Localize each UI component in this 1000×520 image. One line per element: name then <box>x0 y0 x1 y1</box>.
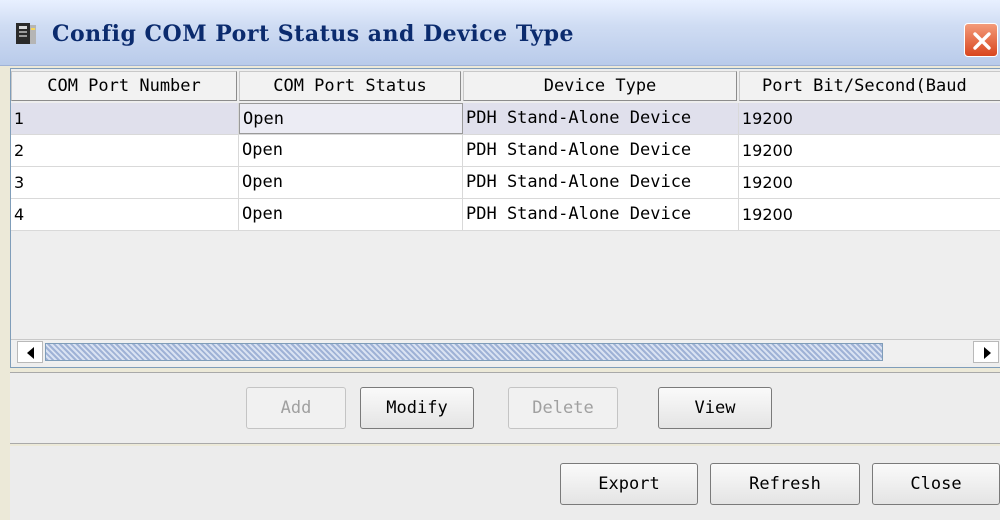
column-header-com-port-number[interactable]: COM Port Number <box>11 71 237 101</box>
table-row[interactable]: 3 Open PDH Stand-Alone Device 19200 <box>11 167 1000 199</box>
add-button[interactable]: Add <box>246 387 346 429</box>
cell-com-port-number: 3 <box>11 167 239 198</box>
table-body: 1 Open PDH Stand-Alone Device 19200 2 Op… <box>11 103 1000 231</box>
modify-button[interactable]: Modify <box>360 387 474 429</box>
cell-com-port-status[interactable]: Open <box>239 135 463 166</box>
column-header-baud-rate[interactable]: Port Bit/Second(Baud <box>739 71 1000 101</box>
scroll-right-button[interactable] <box>973 341 999 363</box>
column-header-device-type[interactable]: Device Type <box>463 71 737 101</box>
view-button[interactable]: View <box>658 387 772 429</box>
column-header-com-port-status[interactable]: COM Port Status <box>239 71 461 101</box>
table-header: COM Port Number COM Port Status Device T… <box>11 69 1000 103</box>
refresh-button[interactable]: Refresh <box>710 463 860 505</box>
horizontal-scrollbar[interactable] <box>11 339 1000 363</box>
cell-device-type: PDH Stand-Alone Device <box>463 167 739 198</box>
dialog-footer: Export Refresh Close <box>10 446 1000 520</box>
scrollbar-thumb[interactable] <box>45 343 883 361</box>
scroll-left-button[interactable] <box>17 341 43 363</box>
delete-button[interactable]: Delete <box>508 387 618 429</box>
table-row[interactable]: 1 Open PDH Stand-Alone Device 19200 <box>11 103 1000 135</box>
cell-baud-rate: 19200 <box>742 141 793 160</box>
cell-com-port-number: 1 <box>11 103 239 134</box>
table-row[interactable]: 4 Open PDH Stand-Alone Device 19200 <box>11 199 1000 231</box>
table-row[interactable]: 2 Open PDH Stand-Alone Device 19200 <box>11 135 1000 167</box>
cell-com-port-status[interactable]: Open <box>239 103 463 134</box>
close-icon <box>973 32 991 50</box>
cell-device-type: PDH Stand-Alone Device <box>463 103 739 134</box>
close-button[interactable]: Close <box>872 463 1000 505</box>
window-title: Config COM Port Status and Device Type <box>52 21 574 47</box>
arrow-left-icon <box>27 347 34 359</box>
cell-baud-rate: 19200 <box>742 205 793 224</box>
cell-com-port-status[interactable]: Open <box>239 167 463 198</box>
cell-com-port-number: 2 <box>11 135 239 166</box>
row-action-panel: Add Modify Delete View <box>10 372 1000 444</box>
cell-baud-rate: 19200 <box>742 173 793 192</box>
cell-device-type: PDH Stand-Alone Device <box>463 199 739 230</box>
cell-com-port-status[interactable]: Open <box>239 199 463 230</box>
window-close-button[interactable] <box>964 23 998 57</box>
cell-baud-rate: 19200 <box>742 109 793 128</box>
cell-com-port-number: 4 <box>11 199 239 230</box>
title-bar: Config COM Port Status and Device Type <box>0 0 1000 66</box>
com-port-icon <box>14 22 38 46</box>
export-button[interactable]: Export <box>560 463 698 505</box>
com-port-table: COM Port Number COM Port Status Device T… <box>10 68 1000 368</box>
cell-device-type: PDH Stand-Alone Device <box>463 135 739 166</box>
config-com-port-dialog: Config COM Port Status and Device Type C… <box>0 0 1000 520</box>
arrow-right-icon <box>984 347 991 359</box>
